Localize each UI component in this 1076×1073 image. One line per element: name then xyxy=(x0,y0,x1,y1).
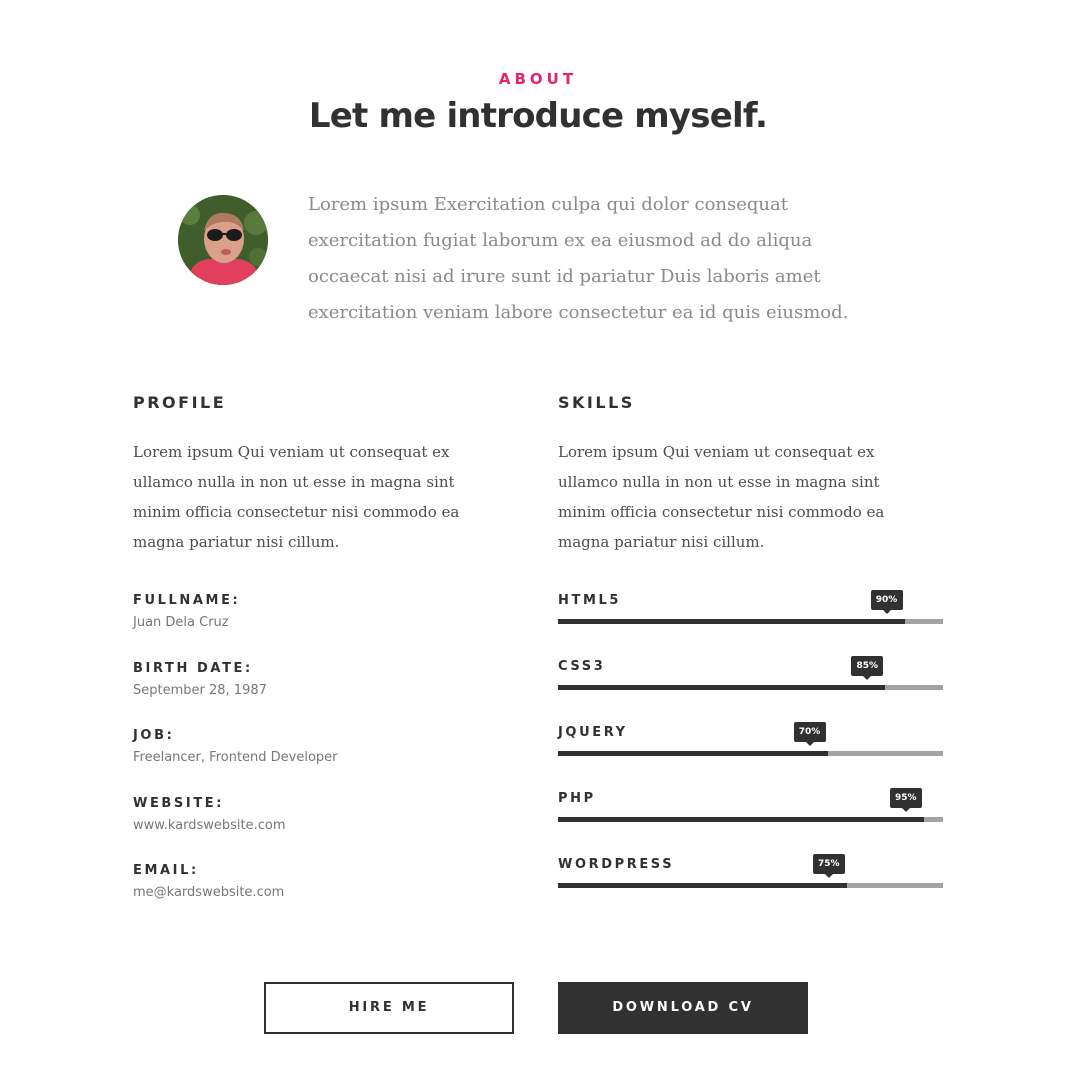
info-label: FULLNAME: xyxy=(133,593,241,608)
skill-name: HTML5 xyxy=(558,593,622,608)
skill-bar-fill xyxy=(558,817,924,822)
skill-name: CSS3 xyxy=(558,659,606,674)
skill-bar-fill xyxy=(558,883,847,888)
skill-percent-badge: 90% xyxy=(870,590,903,614)
skill-bar-track xyxy=(558,619,943,624)
about-eyebrow: ABOUT xyxy=(498,70,578,88)
info-value: me@kardswebsite.com xyxy=(133,885,285,900)
skill-percent-badge: 95% xyxy=(889,788,922,812)
info-birth-date: BIRTH DATE: September 28, 1987 xyxy=(133,661,518,729)
skill-percent-badge: 70% xyxy=(793,722,826,746)
page-title: Let me introduce myself. xyxy=(308,96,768,136)
skill-php: PHP 95% xyxy=(558,787,943,853)
skill-jquery: JQUERY 70% xyxy=(558,721,943,787)
skill-css3: CSS3 85% xyxy=(558,655,943,721)
profile-info-list: FULLNAME: Juan Dela Cruz BIRTH DATE: Sep… xyxy=(133,593,518,931)
info-value: Juan Dela Cruz xyxy=(133,615,229,630)
profile-section: PROFILE Lorem ipsum Qui veniam ut conseq… xyxy=(133,392,518,931)
skill-bar-track xyxy=(558,751,943,756)
skill-name: WORDPRESS xyxy=(558,857,675,872)
info-value: Freelancer, Frontend Developer xyxy=(133,750,338,765)
skill-list: HTML5 90% CSS3 85% JQUERY 70% PHP 95% WO… xyxy=(558,589,943,919)
info-label: BIRTH DATE: xyxy=(133,660,253,676)
skills-title: SKILLS xyxy=(558,393,635,412)
skill-bar-track xyxy=(558,883,943,888)
info-email: EMAIL: me@kardswebsite.com xyxy=(133,863,518,931)
skills-section: SKILLS Lorem ipsum Qui veniam ut consequ… xyxy=(558,392,943,919)
profile-text: Lorem ipsum Qui veniam ut consequat ex u… xyxy=(133,443,460,551)
info-website: WEBSITE: www.kardswebsite.com xyxy=(133,796,518,864)
skill-bar-fill xyxy=(558,751,828,756)
info-fullname: FULLNAME: Juan Dela Cruz xyxy=(133,593,518,661)
skill-bar-track xyxy=(558,685,943,690)
download-cv-button[interactable]: DOWNLOAD CV xyxy=(558,982,808,1034)
info-value: September 28, 1987 xyxy=(133,682,267,698)
intro-text: Lorem ipsum Exercitation culpa qui dolor… xyxy=(308,194,849,323)
info-label: JOB: xyxy=(133,728,175,743)
info-value: www.kardswebsite.com xyxy=(133,817,286,833)
skill-percent-badge: 75% xyxy=(812,854,845,878)
info-label: WEBSITE: xyxy=(133,795,225,811)
info-job: JOB: Freelancer, Frontend Developer xyxy=(133,728,518,796)
skill-bar-track xyxy=(558,817,943,822)
skill-wordpress: WORDPRESS 75% xyxy=(558,853,943,919)
profile-title: PROFILE xyxy=(133,393,227,412)
skill-bar-fill xyxy=(558,619,905,624)
skill-name: JQUERY xyxy=(558,725,628,740)
skill-html5: HTML5 90% xyxy=(558,589,943,655)
skill-percent-badge: 85% xyxy=(851,656,884,680)
hire-me-button[interactable]: HIRE ME xyxy=(264,982,514,1034)
skill-name: PHP xyxy=(558,791,596,806)
avatar xyxy=(178,195,268,285)
skills-text: Lorem ipsum Qui veniam ut consequat ex u… xyxy=(558,443,885,551)
skill-bar-fill xyxy=(558,685,886,690)
info-label: EMAIL: xyxy=(133,863,199,878)
